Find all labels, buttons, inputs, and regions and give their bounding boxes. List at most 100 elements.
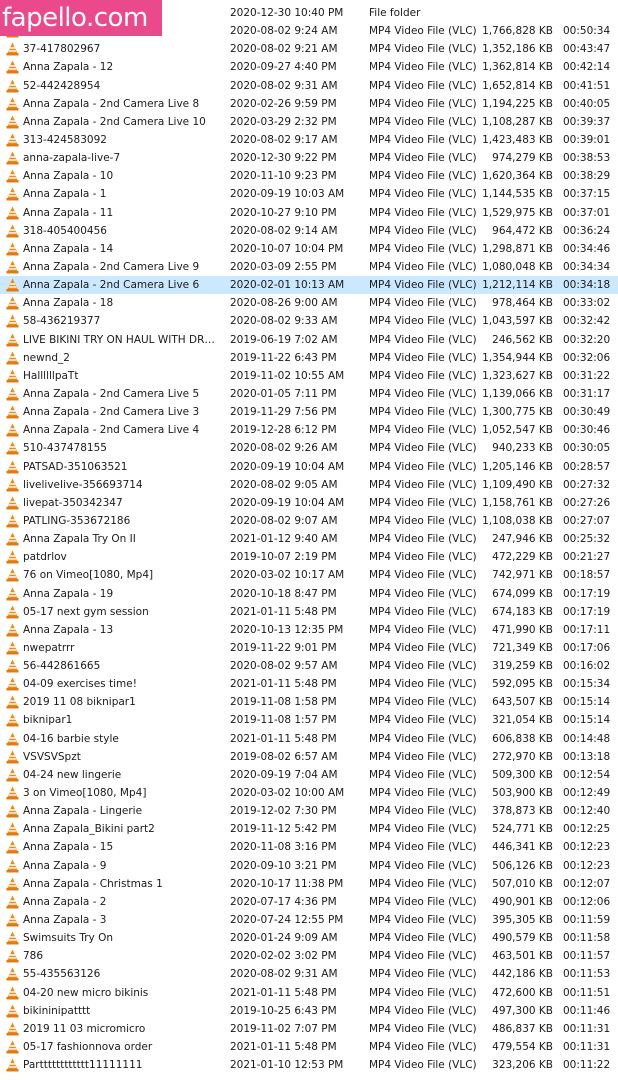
- file-row[interactable]: biknipar1 2019-11-08 1:57 PM MP4 Video Fil…: [0, 711, 618, 729]
- file-row[interactable]: 55-435563126 2020-08-02 9:31 AM MP4 Video …: [0, 965, 618, 983]
- file-type: MP4 Video File (VLC): [369, 206, 477, 219]
- file-row[interactable]: 04-16 barbie style 2021-01-11 5:48 PM MP4 …: [0, 730, 618, 748]
- file-row[interactable]: 2019 11 08 biknipar1 2019-11-08 1:58 PM MP…: [0, 693, 618, 711]
- file-date-modified: 2019-11-22 6:43 PM: [230, 351, 337, 364]
- file-row[interactable]: Anna Zapala - 19 2020-10-18 8:47 PM MP4 Vi…: [0, 585, 618, 603]
- file-name: 58-436219377: [23, 315, 101, 328]
- file-row[interactable]: 313-424583092 2020-08-02 9:17 AM MP4 Video…: [0, 131, 618, 149]
- file-row[interactable]: bikininipatttt 2019-10-25 6:43 PM MP4 Vide…: [0, 1002, 618, 1020]
- file-row[interactable]: 2019 11 03 micromicro 2019-11-02 7:07 PM M…: [0, 1020, 618, 1038]
- file-row[interactable]: Anna Zapala - 11 2020-10-27 9:10 PM MP4 Vi…: [0, 204, 618, 222]
- file-size: 1,423,483 KB: [482, 133, 553, 146]
- file-date-modified: 2020-08-02 9:57 AM: [230, 660, 338, 673]
- file-type: MP4 Video File (VLC): [369, 914, 477, 927]
- file-row[interactable]: patdrlov 2019-10-07 2:19 PM MP4 Video File…: [0, 548, 618, 566]
- file-row[interactable]: anna-zapala-live-7 2020-12-30 9:22 PM MP4 …: [0, 149, 618, 167]
- file-length: 00:33:02: [563, 297, 611, 310]
- file-row[interactable]: Anna Zapala - 3 2020-07-24 12:55 PM MP4 Vi…: [0, 911, 618, 929]
- file-size: 479,554 KB: [492, 1041, 553, 1054]
- file-row[interactable]: Anna Zapala - 9 2020-09-10 3:21 PM MP4 Vid…: [0, 857, 618, 875]
- file-row[interactable]: Swimsuits Try On 2020-01-24 9:09 AM MP4 Vi…: [0, 929, 618, 947]
- file-row[interactable]: Anna Zapala - 2nd Camera Live 9 2020-03-0…: [0, 258, 618, 276]
- file-row[interactable]: livepat-350342347 2020-09-19 10:04 AM MP4 …: [0, 494, 618, 512]
- file-length: 00:30:49: [563, 406, 611, 419]
- file-name: Anna Zapala - Christmas 1: [23, 877, 163, 890]
- file-row[interactable]: Anna Zapala - 2nd Camera Live 8 2020-02-2…: [0, 95, 618, 113]
- file-row[interactable]: Anna Zapala - 13 2020-10-13 12:35 PM MP4 V…: [0, 621, 618, 639]
- file-row[interactable]: Partttttttttttt11111111 2021-01-10 12:53 …: [0, 1056, 618, 1074]
- file-row[interactable]: 76 on Vimeo[1080, Mp4] 2020-03-02 10:17 A…: [0, 566, 618, 584]
- watermark-logo: fapello.com: [0, 0, 162, 36]
- file-row[interactable]: Anna Zapala - 15 2020-11-08 3:16 PM MP4 Vi…: [0, 838, 618, 856]
- file-row[interactable]: Anna Zapala - Lingerie 2019-12-02 7:30 PM…: [0, 802, 618, 820]
- file-row[interactable]: nwepatrrr 2019-11-22 9:01 PM MP4 Video Fil…: [0, 639, 618, 657]
- file-row[interactable]: Anna Zapala - Christmas 1 2020-10-17 11:3…: [0, 875, 618, 893]
- file-row[interactable]: 05-17 next gym session 2021-01-11 5:48 PM…: [0, 603, 618, 621]
- file-row[interactable]: 3 on Vimeo[1080, Mp4] 2020-03-02 10:00 AM…: [0, 784, 618, 802]
- file-row[interactable]: Anna Zapala - 2nd Camera Live 5 2020-01-0…: [0, 385, 618, 403]
- file-row[interactable]: Anna Zapala - 2nd Camera Live 3 2019-11-2…: [0, 403, 618, 421]
- file-row[interactable]: Anna Zapala - 1 2020-09-19 10:03 AM MP4 Vi…: [0, 185, 618, 203]
- file-row[interactable]: 58-436219377 2020-08-02 9:33 AM MP4 Video …: [0, 312, 618, 330]
- file-date-modified: 2020-08-26 9:00 AM: [230, 297, 338, 310]
- file-type: MP4 Video File (VLC): [369, 351, 477, 364]
- file-row[interactable]: LIVE BIKINI TRY ON HAUL WITH DRESSLI... 2…: [0, 331, 618, 349]
- file-name: Anna Zapala - 2nd Camera Live 8: [23, 97, 200, 110]
- file-name: Anna Zapala - 2nd Camera Live 10: [23, 115, 206, 128]
- file-size: 674,099 KB: [492, 587, 553, 600]
- file-type: MP4 Video File (VLC): [369, 1022, 477, 1035]
- file-row[interactable]: 37-417802967 2020-08-02 9:21 AM MP4 Video …: [0, 40, 618, 58]
- file-type: MP4 Video File (VLC): [369, 932, 477, 945]
- file-name: 3 on Vimeo[1080, Mp4]: [23, 787, 147, 800]
- file-row[interactable]: Anna Zapala - 2nd Camera Live 10 2020-03-…: [0, 113, 618, 131]
- file-type: MP4 Video File (VLC): [369, 569, 477, 582]
- file-date-modified: 2020-09-19 10:04 AM: [230, 460, 345, 473]
- file-name: 786: [23, 950, 44, 963]
- file-row[interactable]: Anna Zapala - 2nd Camera Live 4 2019-12-2…: [0, 421, 618, 439]
- file-row[interactable]: Anna Zapala - 2nd Camera Live 6 2020-02-0…: [0, 276, 618, 295]
- file-row[interactable]: liveliveIive-356693714 2020-08-02 9:05 AM…: [0, 476, 618, 494]
- file-size: 247,946 KB: [492, 533, 553, 546]
- file-row[interactable]: 04-24 new lingerie 2020-09-19 7:04 AM MP4 …: [0, 766, 618, 784]
- file-length: 00:13:18: [563, 750, 611, 763]
- file-row[interactable]: 04-09 exercises time! 2021-01-11 5:48 PM M…: [0, 675, 618, 693]
- file-row[interactable]: newnd_2 2019-11-22 6:43 PM MP4 Video File …: [0, 349, 618, 367]
- file-row[interactable]: Anna Zapala - 12 2020-09-27 4:40 PM MP4 Vi…: [0, 58, 618, 76]
- file-row[interactable]: 786 2020-02-02 3:02 PM MP4 Video File (VLC…: [0, 947, 618, 965]
- file-row[interactable]: HallllllpaTt 2019-11-02 10:55 AM MP4 Video…: [0, 367, 618, 385]
- file-row[interactable]: Anna Zapala - 18 2020-08-26 9:00 AM MP4 Vi…: [0, 294, 618, 312]
- file-row[interactable]: Anna Zapala_Bikini part2 2019-11-12 5:42 …: [0, 820, 618, 838]
- vlc-cone-icon: [6, 929, 20, 947]
- file-name: LIVE BIKINI TRY ON HAUL WITH DRESSLI...: [23, 333, 220, 346]
- file-date-modified: 2020-09-10 3:21 PM: [230, 859, 337, 872]
- file-row[interactable]: PATSAD-351063521 2020-09-19 10:04 AM MP4 V…: [0, 458, 618, 476]
- file-row[interactable]: 56-442861665 2020-08-02 9:57 AM MP4 Video …: [0, 657, 618, 675]
- file-row[interactable]: VSVSVSpzt 2019-08-02 6:57 AM MP4 Video Fil…: [0, 748, 618, 766]
- file-row[interactable]: Anna Zapala - 14 2020-10-07 10:04 PM MP4 V…: [0, 240, 618, 258]
- file-name: 04-20 new micro bikinis: [23, 986, 149, 999]
- file-row[interactable]: 318-405400456 2020-08-02 9:14 AM MP4 Video…: [0, 222, 618, 240]
- file-size: 643,507 KB: [492, 696, 553, 709]
- file-name: Anna Zapala - 12: [23, 61, 114, 74]
- file-length: 00:31:22: [563, 369, 611, 382]
- file-name: Anna Zapala Try On II: [23, 533, 136, 546]
- file-date-modified: 2020-09-19 10:04 AM: [230, 496, 345, 509]
- file-name: Anna Zapala - 2nd Camera Live 9: [23, 260, 200, 273]
- file-type: MP4 Video File (VLC): [369, 406, 477, 419]
- file-name: Anna Zapala - 2nd Camera Live 6: [23, 279, 200, 292]
- file-row[interactable]: Anna Zapala - 2 2020-07-17 4:36 PM MP4 Vid…: [0, 893, 618, 911]
- file-row[interactable]: 04-20 new micro bikinis 2021-01-11 5:48 P…: [0, 984, 618, 1002]
- file-date-modified: 2019-11-08 1:57 PM: [230, 714, 337, 727]
- file-row[interactable]: Anna Zapala - 10 2020-11-10 9:23 PM MP4 Vi…: [0, 167, 618, 185]
- file-size: 472,600 KB: [492, 986, 553, 999]
- file-date-modified: 2020-08-02 9:17 AM: [230, 133, 338, 146]
- file-row[interactable]: 52-442428954 2020-08-02 9:31 AM MP4 Video …: [0, 77, 618, 95]
- vlc-cone-icon: [6, 421, 20, 439]
- file-type: MP4 Video File (VLC): [369, 533, 477, 546]
- file-row[interactable]: 510-437478155 2020-08-02 9:26 AM MP4 Video…: [0, 439, 618, 457]
- file-name: 05-17 next gym session: [23, 605, 149, 618]
- file-row[interactable]: Anna Zapala Try On II 2021-01-12 9:40 AM M…: [0, 530, 618, 548]
- file-row[interactable]: 05-17 fashionnova order 2021-01-11 5:48 P…: [0, 1038, 618, 1056]
- file-name: VSVSVSpzt: [23, 750, 81, 763]
- file-row[interactable]: PATLING-353672186 2020-08-02 9:07 AM MP4 V…: [0, 512, 618, 530]
